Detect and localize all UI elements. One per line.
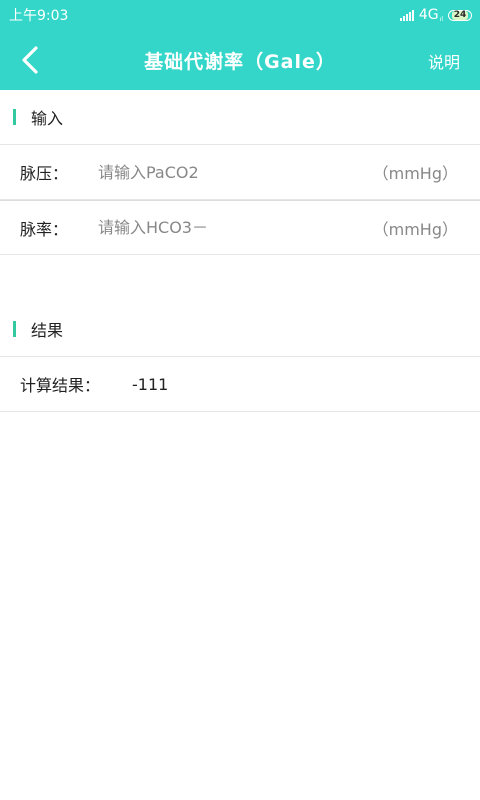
pulse-rate-unit: （mmHg）: [372, 219, 458, 239]
pulse-rate-input[interactable]: [96, 217, 373, 238]
pulse-pressure-unit: （mmHg）: [372, 164, 458, 183]
result-section-title: 结果: [31, 321, 64, 340]
status-bar: 上午9:03 4Gıl 24: [0, 0, 480, 30]
section-accent-bar: [13, 321, 16, 337]
input-section-header: 输入: [0, 90, 480, 145]
pulse-pressure-input[interactable]: [96, 161, 373, 183]
section-accent-bar: [13, 109, 16, 125]
battery-level: 24: [451, 9, 469, 20]
signal-icon: [399, 9, 414, 21]
title-bar: 基础代谢率（Gale） 说明: [0, 30, 480, 90]
battery-icon: 24: [448, 9, 472, 21]
pulse-rate-label: 脉率：: [20, 219, 69, 239]
result-label: 计算结果：: [20, 376, 101, 395]
status-time: 上午9:03: [9, 8, 69, 24]
pulse-rate-row: 脉率： （mmHg）: [0, 200, 480, 255]
network-type: 4Gıl: [418, 7, 443, 23]
pulse-pressure-row: 脉压： （mmHg）: [0, 145, 480, 200]
help-button[interactable]: 说明: [428, 49, 460, 73]
status-indicators: 4Gıl 24: [399, 7, 472, 23]
result-value: -111: [132, 374, 169, 394]
result-row: 计算结果： -111: [0, 357, 480, 412]
chevron-left-icon: [22, 46, 38, 74]
input-section-title: 输入: [31, 109, 64, 128]
page-title: 基础代谢率（Gale）: [144, 50, 336, 73]
result-section-header: 结果: [0, 302, 480, 357]
pulse-pressure-label: 脉压：: [20, 164, 69, 183]
back-button[interactable]: [16, 44, 48, 76]
